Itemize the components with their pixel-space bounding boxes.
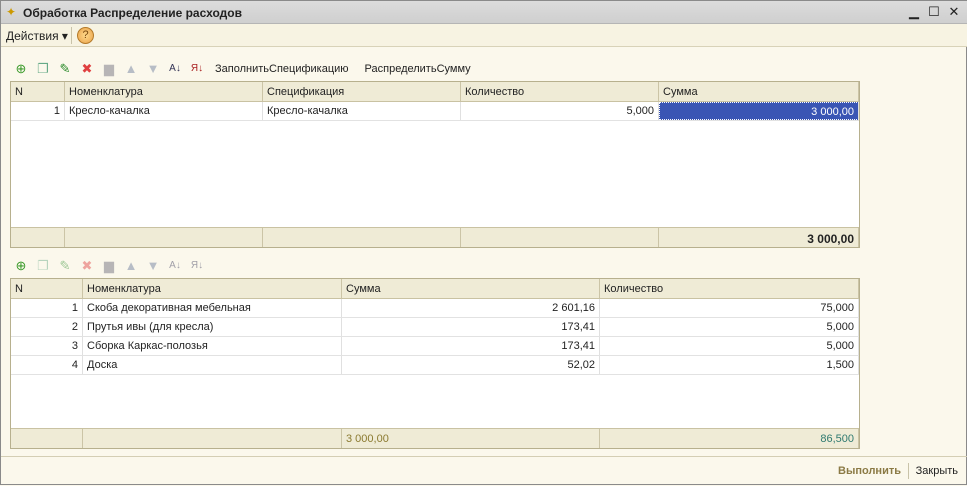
- cell-item[interactable]: Сборка Каркас-полозья: [83, 337, 342, 355]
- fill-spec-button[interactable]: ЗаполнитьСпецификацию: [215, 63, 349, 75]
- maximize-button[interactable]: ☐: [926, 4, 942, 20]
- table-row[interactable]: 4 Доска 52,02 1,500: [11, 356, 859, 375]
- move-down-icon[interactable]: ▼: [145, 258, 161, 274]
- copy-icon[interactable]: ❐: [35, 61, 51, 77]
- cell-n: 1: [11, 102, 65, 120]
- delete-icon[interactable]: ✖: [79, 61, 95, 77]
- cell-sum[interactable]: 3 000,00: [659, 102, 859, 120]
- col-spec[interactable]: Спецификация: [263, 82, 461, 101]
- move-down-icon[interactable]: ▼: [145, 61, 161, 77]
- cell-sum[interactable]: 173,41: [342, 337, 600, 355]
- move-up-icon[interactable]: ▲: [123, 258, 139, 274]
- close-button[interactable]: Закрыть: [916, 465, 958, 477]
- total-sum: 3 000,00: [342, 429, 600, 448]
- specification-table: N Номенклатура Спецификация Количество С…: [10, 81, 860, 248]
- cell-n: 1: [11, 299, 83, 317]
- cell-sum[interactable]: 173,41: [342, 318, 600, 336]
- cell-spec[interactable]: Кресло-качалка: [263, 102, 461, 120]
- edit-icon[interactable]: ✎: [57, 61, 73, 77]
- add-icon[interactable]: ⊕: [13, 61, 29, 77]
- minimize-button[interactable]: ▁: [906, 4, 922, 20]
- delete-icon[interactable]: ✖: [79, 258, 95, 274]
- menu-bar: Действия ▾ ?: [1, 24, 967, 47]
- cell-qty[interactable]: 75,000: [600, 299, 859, 317]
- window-title: Обработка Распределение расходов: [23, 6, 242, 20]
- divider: [908, 463, 909, 479]
- table-row[interactable]: 1 Кресло-качалка Кресло-качалка 5,000 3 …: [11, 102, 859, 121]
- total-qty: 86,500: [600, 429, 859, 448]
- table-row[interactable]: 1 Скоба декоративная мебельная 2 601,16 75,…: [11, 299, 859, 318]
- table-row[interactable]: 3 Сборка Каркас-полозья 173,41 5,000: [11, 337, 859, 356]
- cell-sum[interactable]: 2 601,16: [342, 299, 600, 317]
- distribute-sum-button[interactable]: РаспределитьСумму: [365, 63, 471, 75]
- add-icon[interactable]: ⊕: [13, 258, 29, 274]
- cell-item[interactable]: Прутья ивы (для кресла): [83, 318, 342, 336]
- title-bar: ✦ Обработка Распределение расходов ▁ ☐ ✕: [1, 1, 967, 24]
- cell-qty[interactable]: 5,000: [461, 102, 659, 120]
- table-row[interactable]: 2 Прутья ивы (для кресла) 173,41 5,000: [11, 318, 859, 337]
- cell-item[interactable]: Скоба декоративная мебельная: [83, 299, 342, 317]
- col-qty[interactable]: Количество: [600, 279, 859, 298]
- bottom-bar: Выполнить Закрыть: [1, 456, 967, 486]
- cell-qty[interactable]: 5,000: [600, 337, 859, 355]
- bottom-toolbar: ⊕ ❐ ✎ ✖ ▆ ▲ ▼ A↓ Я↓: [13, 257, 205, 275]
- col-item[interactable]: Номенклатура: [83, 279, 342, 298]
- sort-asc-icon[interactable]: A↓: [167, 61, 183, 77]
- col-item[interactable]: Номенклатура: [65, 82, 263, 101]
- cell-n: 4: [11, 356, 83, 374]
- distribution-table: N Номенклатура Сумма Количество 1 Скоба д…: [10, 278, 860, 449]
- move-up-icon[interactable]: ▲: [123, 61, 139, 77]
- col-sum[interactable]: Сумма: [659, 82, 859, 101]
- sort-desc-icon[interactable]: Я↓: [189, 61, 205, 77]
- sort-desc-icon[interactable]: Я↓: [189, 258, 205, 274]
- col-n[interactable]: N: [11, 279, 83, 298]
- processing-icon: ✦: [6, 5, 17, 19]
- cell-qty[interactable]: 1,500: [600, 356, 859, 374]
- table-footer: 3 000,00 86,500: [11, 428, 859, 448]
- col-sum[interactable]: Сумма: [342, 279, 600, 298]
- copy-icon[interactable]: ❐: [35, 258, 51, 274]
- close-window-button[interactable]: ✕: [946, 4, 962, 20]
- help-button[interactable]: ?: [77, 27, 94, 44]
- table-header: N Номенклатура Спецификация Количество С…: [11, 82, 859, 102]
- run-button[interactable]: Выполнить: [838, 465, 901, 477]
- edit-icon[interactable]: ✎: [57, 258, 73, 274]
- top-toolbar: ⊕ ❐ ✎ ✖ ▆ ▲ ▼ A↓ Я↓ ЗаполнитьСпецификаци…: [13, 60, 477, 78]
- col-qty[interactable]: Количество: [461, 82, 659, 101]
- cell-n: 2: [11, 318, 83, 336]
- cell-sum[interactable]: 52,02: [342, 356, 600, 374]
- sort-asc-icon[interactable]: A↓: [167, 258, 183, 274]
- save-icon[interactable]: ▆: [101, 61, 117, 77]
- save-icon[interactable]: ▆: [101, 258, 117, 274]
- divider: [71, 27, 72, 44]
- cell-qty[interactable]: 5,000: [600, 318, 859, 336]
- actions-menu[interactable]: Действия ▾: [6, 29, 68, 43]
- table-header: N Номенклатура Сумма Количество: [11, 279, 859, 299]
- col-n[interactable]: N: [11, 82, 65, 101]
- table-footer: 3 000,00: [11, 227, 859, 247]
- cell-n: 3: [11, 337, 83, 355]
- cell-item[interactable]: Кресло-качалка: [65, 102, 263, 120]
- total-sum: 3 000,00: [659, 228, 859, 247]
- cell-item[interactable]: Доска: [83, 356, 342, 374]
